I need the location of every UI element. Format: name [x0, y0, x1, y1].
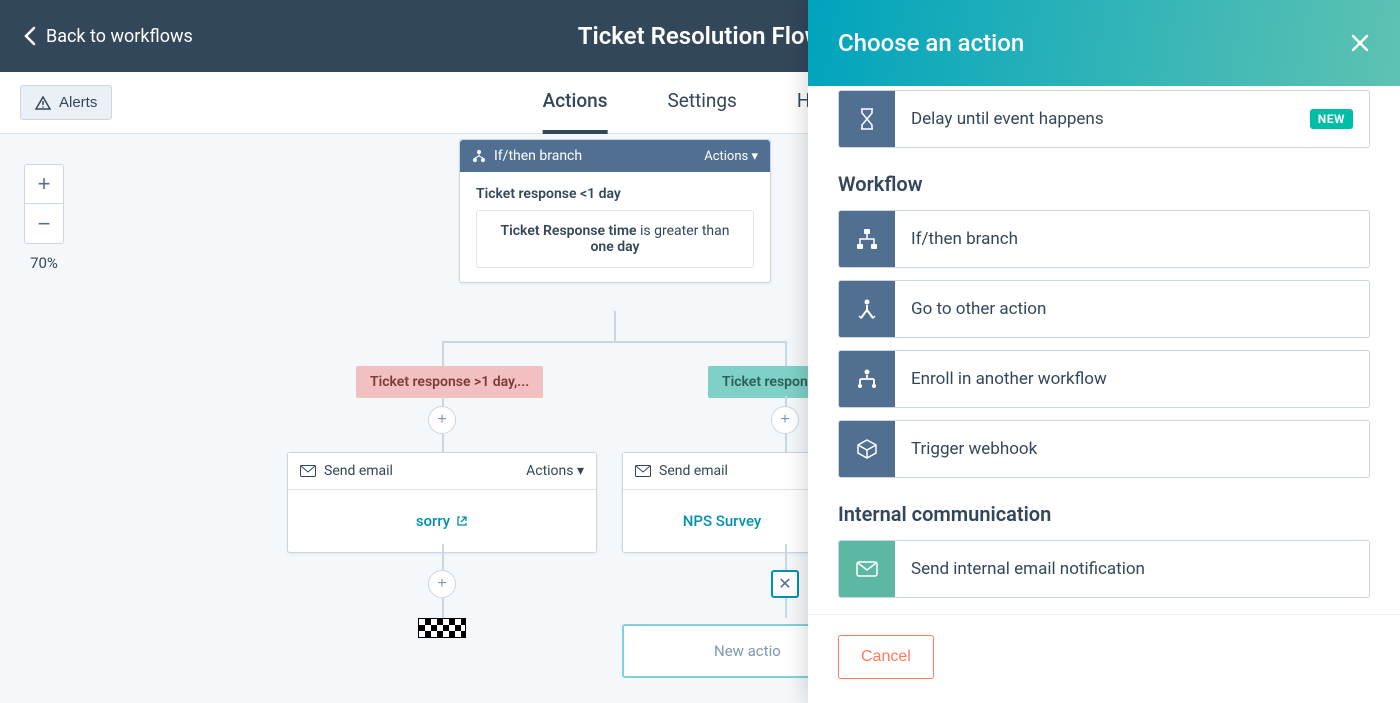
connector: [442, 544, 444, 570]
external-link-icon: [456, 515, 468, 527]
chevron-left-icon: [24, 26, 36, 46]
panel-header: Choose an action: [808, 0, 1400, 86]
alerts-button[interactable]: Alerts: [20, 85, 112, 120]
zoom-controls: + − 70%: [24, 164, 64, 272]
goto-icon: [839, 281, 895, 337]
section-workflow-title: Workflow: [838, 172, 1370, 196]
panel-body[interactable]: Delay until event happens NEW Workflow I…: [808, 86, 1400, 614]
alert-icon: [35, 96, 51, 110]
webhook-icon: [839, 421, 895, 477]
hourglass-icon: [839, 91, 895, 147]
cancel-button[interactable]: Cancel: [838, 635, 934, 679]
zoom-out-button[interactable]: −: [24, 204, 64, 244]
branch-condition: Ticket Response time is greater than one…: [476, 210, 754, 268]
branch-node-header: If/then branch Actions ▾: [460, 140, 770, 172]
action-label: Send internal email notification: [911, 559, 1145, 579]
branch-icon: [472, 149, 486, 163]
add-step-button-left[interactable]: +: [428, 406, 456, 434]
zoom-level: 70%: [24, 254, 64, 272]
branch-label-left[interactable]: Ticket response >1 day,...: [356, 366, 543, 398]
back-to-workflows-link[interactable]: Back to workflows: [24, 26, 193, 47]
panel-footer: Cancel: [808, 614, 1400, 703]
email-icon: [300, 465, 316, 477]
section-internal-comm-title: Internal communication: [838, 502, 1370, 526]
connector: [785, 544, 787, 570]
enroll-icon: [839, 351, 895, 407]
email-node-left-header: Send email Actions ▾: [288, 453, 596, 490]
choose-action-panel: Choose an action Delay until event happe…: [808, 0, 1400, 703]
branch-subtitle: Ticket response <1 day: [476, 186, 754, 202]
add-step-button-right[interactable]: +: [771, 406, 799, 434]
branch-icon: [839, 211, 895, 267]
email-node-right-title: Send email: [659, 463, 728, 479]
close-icon: [1350, 33, 1370, 53]
connector: [442, 341, 787, 343]
back-label: Back to workflows: [46, 26, 193, 47]
panel-title: Choose an action: [838, 29, 1024, 57]
connector: [442, 434, 444, 452]
connector: [442, 598, 444, 618]
action-label: Enroll in another workflow: [911, 369, 1107, 389]
email-node-left-actions-menu[interactable]: Actions ▾: [526, 463, 584, 479]
action-delay-until-event[interactable]: Delay until event happens NEW: [838, 90, 1370, 148]
tab-actions[interactable]: Actions: [543, 71, 608, 134]
action-go-to-other[interactable]: Go to other action: [838, 280, 1370, 338]
branch-node-actions-menu[interactable]: Actions ▾: [704, 149, 758, 164]
action-label: If/then branch: [911, 229, 1018, 249]
zoom-in-button[interactable]: +: [24, 164, 64, 204]
connector: [614, 311, 616, 341]
connector: [785, 598, 787, 618]
email-node-left-title: Send email: [324, 463, 393, 479]
email-node-left-body[interactable]: sorry: [288, 490, 596, 552]
connector: [785, 434, 787, 452]
close-step-button-right[interactable]: ✕: [771, 570, 799, 598]
finish-flag-icon: [418, 618, 466, 638]
branch-node-body: Ticket response <1 day Ticket Response t…: [460, 172, 770, 282]
page-title: Ticket Resolution Flow: [578, 22, 823, 50]
email-node-right[interactable]: Send email NPS Survey: [622, 452, 822, 553]
email-node-right-body[interactable]: NPS Survey: [623, 490, 821, 552]
connector: [785, 341, 787, 366]
action-send-internal-email[interactable]: Send internal email notification: [838, 540, 1370, 598]
action-trigger-webhook[interactable]: Trigger webhook: [838, 420, 1370, 478]
add-step-button-left-2[interactable]: +: [428, 570, 456, 598]
branch-node[interactable]: If/then branch Actions ▾ Ticket response…: [459, 139, 771, 283]
action-label: Trigger webhook: [911, 439, 1037, 459]
branch-node-title: If/then branch: [494, 148, 582, 164]
tab-settings[interactable]: Settings: [667, 71, 736, 134]
email-icon: [635, 465, 651, 477]
email-icon: [839, 541, 895, 597]
connector: [442, 341, 444, 366]
action-enroll-workflow[interactable]: Enroll in another workflow: [838, 350, 1370, 408]
action-label: Delay until event happens: [911, 109, 1104, 129]
alerts-label: Alerts: [59, 94, 97, 111]
action-if-then-branch[interactable]: If/then branch: [838, 210, 1370, 268]
action-label: Go to other action: [911, 299, 1046, 319]
panel-close-button[interactable]: [1350, 33, 1370, 53]
email-node-right-header: Send email: [623, 453, 821, 490]
new-badge: NEW: [1310, 109, 1353, 129]
email-node-left[interactable]: Send email Actions ▾ sorry: [287, 452, 597, 553]
